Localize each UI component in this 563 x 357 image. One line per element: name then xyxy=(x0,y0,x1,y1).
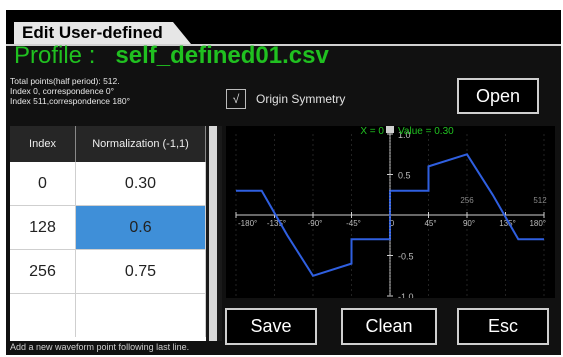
y-tick-label: 0.5 xyxy=(398,171,411,181)
x-tick-label: 180° xyxy=(529,219,546,228)
cursor-x-readout: X = 0 xyxy=(360,126,384,137)
origin-symmetry-label: Origin Symmetry xyxy=(256,92,346,106)
info-total-points: Total points(half period): 512. xyxy=(10,76,120,86)
esc-button[interactable]: Esc xyxy=(457,308,549,345)
value-cell[interactable]: 0.30 xyxy=(76,162,206,205)
index-cell[interactable]: 256 xyxy=(10,250,76,293)
column-header-normalization: Normalization (-1,1) xyxy=(76,126,206,162)
waveform-plot[interactable]: -180° -135° -90° -45° 0 45° 90° 135° 180°1.00.5-… xyxy=(226,126,555,298)
origin-symmetry-checkbox[interactable]: √ xyxy=(226,89,246,109)
x-tick-label: -45° xyxy=(346,219,361,228)
table-scrollbar[interactable] xyxy=(206,126,222,341)
info-index-0: Index 0, correspondence 0° xyxy=(10,86,115,96)
table-row[interactable]: 256 0.75 xyxy=(10,250,206,294)
x-tick-label: -180° xyxy=(238,219,257,228)
index-cell-empty[interactable] xyxy=(10,294,76,337)
status-hint: Add a new waveform point following last … xyxy=(10,342,190,352)
index-cell[interactable]: 128 xyxy=(10,206,76,249)
profile-filename: self_defined01.csv xyxy=(115,42,329,69)
y-tick-label: -1.0 xyxy=(398,292,414,298)
profile-line: Profile : self_defined01.csv xyxy=(14,42,329,70)
info-index-511: Index 511,correspondence 180° xyxy=(10,96,130,106)
cursor-value-readout: Value = 0.30 xyxy=(398,126,454,137)
column-header-index: Index xyxy=(10,126,76,162)
title-bar: Edit User-defined xyxy=(6,10,561,44)
y-tick-label: -0.5 xyxy=(398,252,414,262)
index-cell[interactable]: 0 xyxy=(10,162,76,205)
value-cell-selected[interactable]: 0.6 xyxy=(76,206,206,249)
value-cell-empty[interactable] xyxy=(76,294,206,337)
value-cell[interactable]: 0.75 xyxy=(76,250,206,293)
x-tick-label: -90° xyxy=(308,219,323,228)
index-tick-label: 256 xyxy=(460,196,474,205)
x-tick-label: 45° xyxy=(424,219,436,228)
x-tick-label: 90° xyxy=(463,219,475,228)
profile-info: Total points(half period): 512. Index 0,… xyxy=(10,76,130,106)
cursor-handle xyxy=(386,126,394,133)
table-header: Index Normalization (-1,1) xyxy=(10,126,206,162)
table-row[interactable]: 128 0.6 xyxy=(10,206,206,250)
waveform-table: Index Normalization (-1,1) 0 0.30 128 0.… xyxy=(10,126,206,341)
index-tick-label: 512 xyxy=(533,196,547,205)
table-row-empty[interactable] xyxy=(10,294,206,337)
scrollbar-thumb[interactable] xyxy=(209,126,217,341)
window-title: Edit User-defined xyxy=(14,22,191,44)
save-button[interactable]: Save xyxy=(225,308,317,345)
profile-label: Profile : xyxy=(14,42,96,69)
open-button[interactable]: Open xyxy=(457,78,539,114)
clean-button[interactable]: Clean xyxy=(341,308,437,345)
table-row[interactable]: 0 0.30 xyxy=(10,162,206,206)
